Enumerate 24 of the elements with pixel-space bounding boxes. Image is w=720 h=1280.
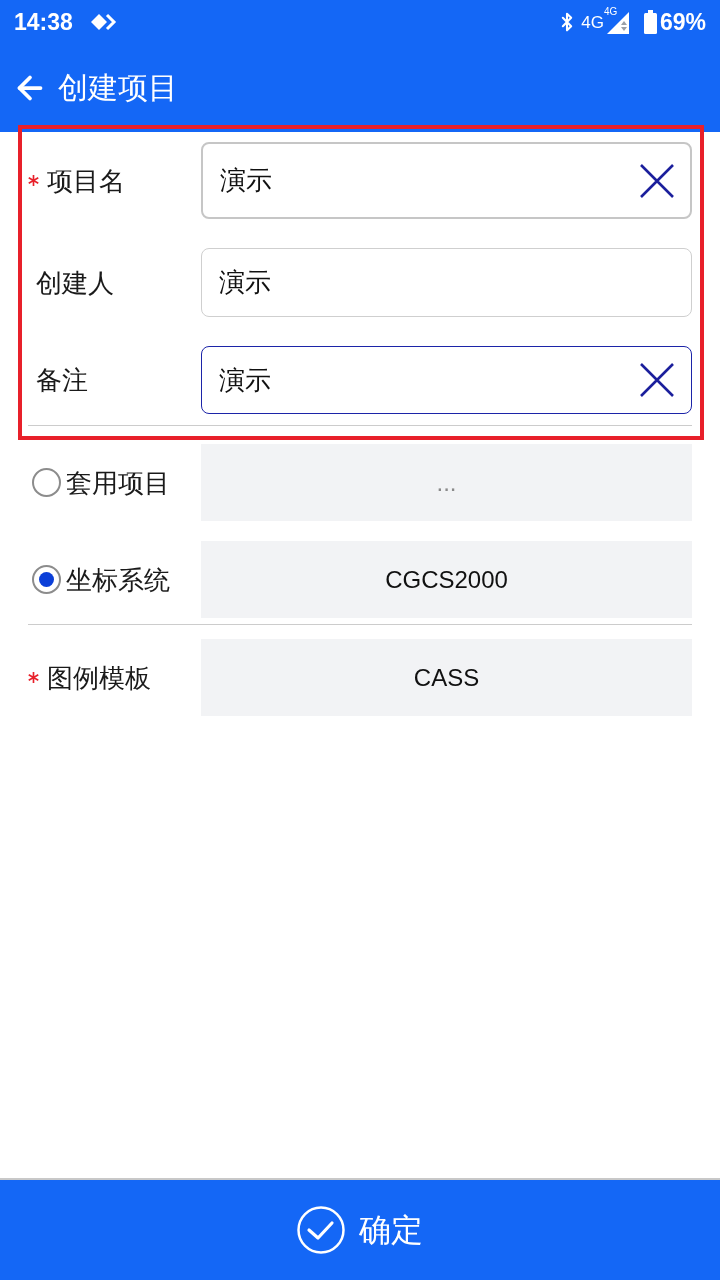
text-field[interactable]: 演示 (201, 248, 692, 317)
field-label: 套用项目 (66, 469, 170, 496)
radio-button[interactable] (32, 468, 61, 497)
status-time: 14:38 (14, 10, 73, 34)
close-icon[interactable] (639, 162, 675, 199)
radio-button[interactable] (32, 565, 61, 594)
confirm-button[interactable]: 确定 (0, 1178, 720, 1280)
close-icon[interactable] (639, 362, 675, 398)
field-label: 备注 (36, 367, 88, 393)
field-label: 创建人 (36, 269, 114, 296)
battery-icon (643, 10, 657, 34)
text-field[interactable]: 演示 (201, 346, 692, 414)
page-title: 创建项目 (58, 73, 178, 103)
check-circle-icon (297, 1206, 345, 1254)
field-label: 项目名 (47, 167, 125, 194)
network-label: 4G (581, 13, 604, 31)
diamond-chevron-icon (90, 13, 119, 31)
network-sub-label: 4G (603, 7, 618, 17)
value-selector[interactable]: CGCS2000 (201, 541, 692, 618)
battery-percent: 69% (659, 10, 706, 34)
text-field[interactable]: 演示 (201, 142, 692, 219)
field-label: 图例模板 (47, 664, 151, 691)
field-label: 坐标系统 (66, 566, 170, 593)
value-selector[interactable]: CASS (201, 639, 692, 716)
